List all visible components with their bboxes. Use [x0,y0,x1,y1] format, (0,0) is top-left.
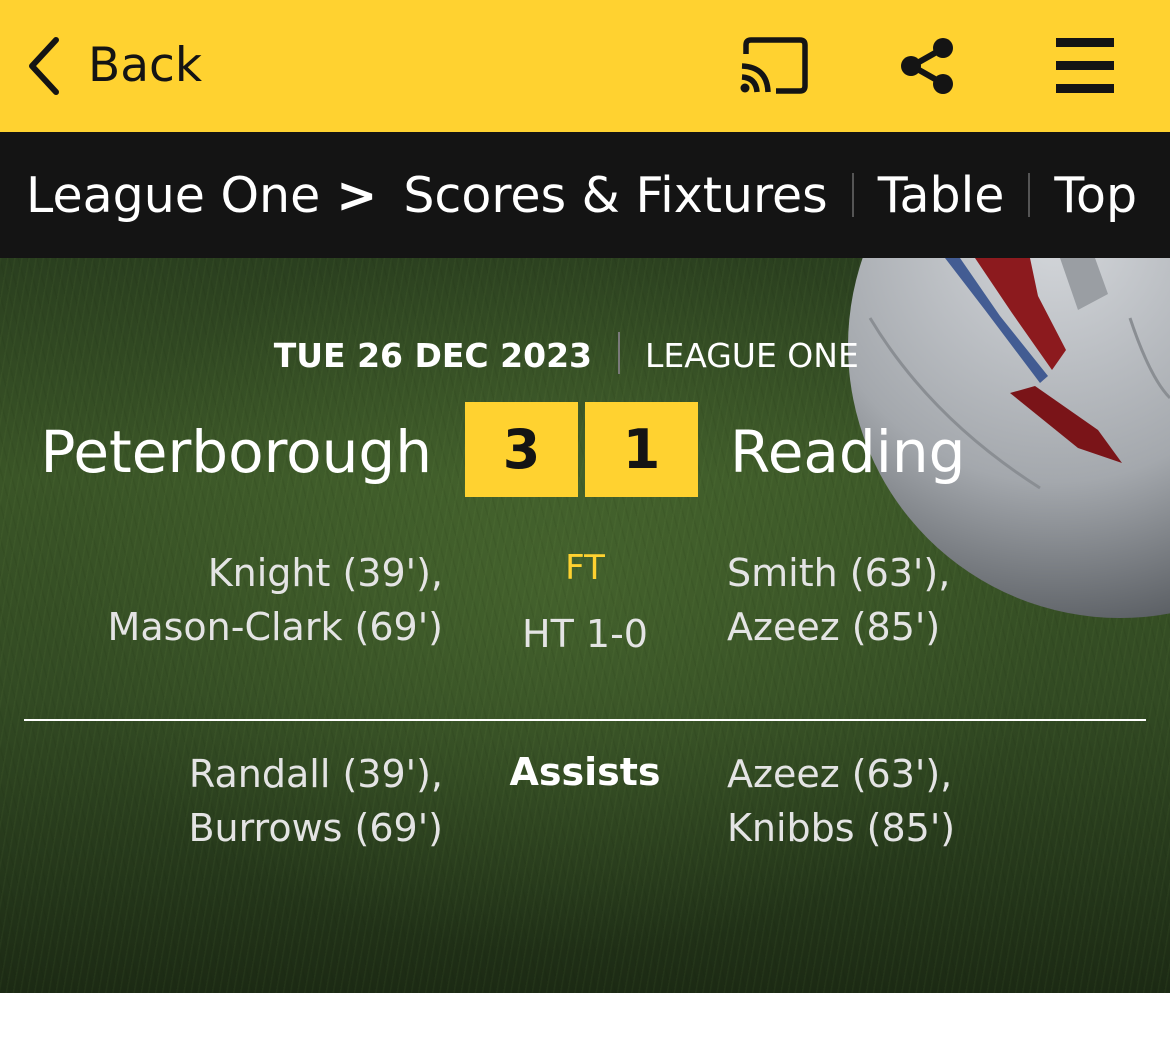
away-assists: Azeez (63'), Knibbs (85') [727,747,955,855]
top-bar: Back [0,0,1170,132]
nav-divider [1028,173,1031,217]
match-meta: TUE 26 DEC 2023 LEAGUE ONE [0,332,1170,375]
home-team-name[interactable]: Peterborough [40,418,432,486]
menu-icon[interactable] [1056,38,1114,94]
away-scorers: Smith (63'), Azeez (85') [727,546,950,654]
section-divider [24,719,1146,721]
share-icon[interactable] [898,36,958,96]
away-score: 1 [585,402,698,497]
home-assist: Burrows (69') [188,806,443,850]
meta-divider [618,332,620,374]
nav-tab-table[interactable]: Table [878,167,1005,224]
match-status: FT [565,548,605,588]
back-label: Back [88,38,203,93]
competition-name: LEAGUE ONE [645,336,859,375]
nav-tab-scores-fixtures[interactable]: Scores & Fixtures [403,167,827,224]
nav-divider [851,173,854,217]
match-date: TUE 26 DEC 2023 [273,336,592,375]
away-assist: Azeez (63'), [727,752,953,796]
chevron-left-icon [26,36,62,96]
cast-icon[interactable] [738,36,808,94]
assists-label: Assists [509,750,661,794]
away-scorer: Smith (63'), [727,551,951,595]
back-button[interactable]: Back [26,36,202,96]
half-time-score: HT 1-0 [522,612,648,656]
chevron-right-icon: > [336,166,378,224]
away-team-name[interactable]: Reading [730,418,965,486]
home-score: 3 [465,402,578,497]
match-header: TUE 26 DEC 2023 LEAGUE ONE Peterborough … [0,258,1170,993]
competition-nav: League One > Scores & Fixtures Table Top [0,132,1170,258]
nav-tab-top[interactable]: Top [1054,167,1137,224]
away-scorer: Azeez (85') [727,605,941,649]
nav-breadcrumb-league[interactable]: League One [26,167,320,224]
away-assist: Knibbs (85') [727,806,956,850]
